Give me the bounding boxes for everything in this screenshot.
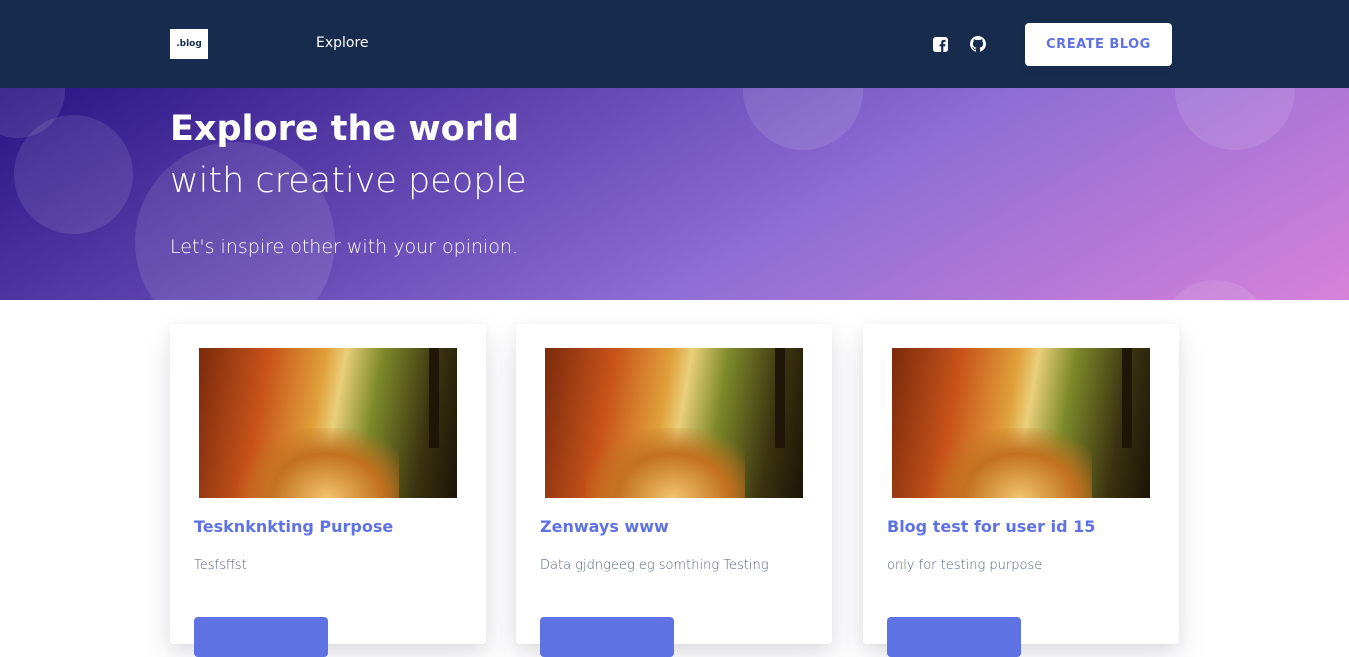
decor-circle	[1160, 280, 1270, 300]
hero-section: Explore the world with creative people L…	[0, 88, 1349, 300]
brand-logo[interactable]: .blog	[170, 29, 208, 59]
blog-card-button[interactable]	[540, 617, 674, 657]
blog-card-image[interactable]	[892, 348, 1150, 498]
facebook-square-icon[interactable]	[932, 36, 948, 52]
github-icon[interactable]	[970, 36, 986, 52]
blog-card-description: Data gjdngeeg eg somthing Testing	[540, 558, 769, 573]
blog-card: Zenways www Data gjdngeeg eg somthing Te…	[516, 324, 832, 657]
blog-card-image[interactable]	[199, 348, 457, 498]
top-navbar: .blog Explore CREATE BLOG	[0, 0, 1349, 88]
blog-card-title[interactable]: Tesknknkting Purpose	[194, 517, 393, 536]
blog-card-button[interactable]	[194, 617, 328, 657]
hero-lead: Let's inspire other with your opinion.	[170, 236, 518, 258]
decor-circle	[1175, 88, 1295, 150]
nav-link-explore[interactable]: Explore	[316, 35, 369, 51]
hero-title: Explore the world	[170, 109, 520, 149]
blog-card-title[interactable]: Blog test for user id 15	[887, 517, 1095, 536]
decor-circle	[14, 115, 133, 234]
create-blog-button[interactable]: CREATE BLOG	[1025, 23, 1172, 66]
blog-card-image[interactable]	[545, 348, 803, 498]
blog-card-button[interactable]	[887, 617, 1021, 657]
decor-circle	[743, 88, 863, 150]
hero-subtitle: with creative people	[170, 161, 527, 201]
blog-card: Blog test for user id 15 only for testin…	[863, 324, 1179, 657]
blog-card-description: only for testing purpose	[887, 558, 1043, 573]
logo-text: .blog	[176, 39, 202, 49]
blog-card-description: Tesfsffst	[194, 558, 247, 573]
blog-card: Tesknknkting Purpose Tesfsffst	[170, 324, 486, 657]
blog-card-title[interactable]: Zenways www	[540, 517, 669, 536]
